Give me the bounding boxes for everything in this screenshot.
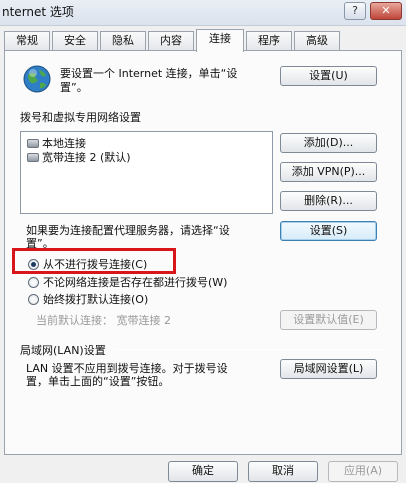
default-connection-caption: 当前默认连接：: [36, 314, 113, 327]
tab-content[interactable]: 内容: [148, 31, 194, 51]
lan-text-line2: 置，单击上面的“设置”按钮。: [26, 375, 170, 388]
radio-never-dial-label: 从不进行拨号连接(C): [43, 258, 148, 271]
radio-button[interactable]: [28, 294, 39, 305]
setup-text-line2: 置”。: [60, 81, 88, 94]
set-default-button[interactable]: 设置默认值(E): [280, 310, 377, 330]
remove-button[interactable]: 删除(R)...: [280, 191, 377, 211]
globe-icon: [22, 64, 52, 94]
network-connection-icon: [27, 139, 39, 148]
setup-text-line1: 要设置一个 Internet 连接，单击“设: [60, 67, 238, 80]
broadband-connection-icon: [27, 153, 39, 162]
cancel-button[interactable]: 取消: [248, 461, 318, 482]
radio-always-dial-label: 始终拨打默认连接(O): [43, 293, 149, 306]
tab-connections[interactable]: 连接: [196, 29, 244, 52]
tab-general[interactable]: 常规: [4, 31, 50, 51]
radio-never-dial[interactable]: 从不进行拨号连接(C): [28, 257, 147, 273]
radio-button[interactable]: [28, 259, 39, 270]
proxy-text-line1: 如果要为连接配置代理服务器，请选择“设: [26, 224, 230, 237]
window-title: nternet 选项: [2, 5, 74, 19]
lan-heading: 局域网(LAN)设置: [20, 344, 106, 357]
list-item-label: 本地连接: [42, 137, 86, 150]
lan-text-line1: LAN 设置不应用到拨号连接。对于拨号设: [26, 362, 228, 375]
list-item[interactable]: 宽带连接 2 (默认): [27, 151, 131, 165]
tab-programs[interactable]: 程序: [246, 31, 292, 51]
connections-list[interactable]: 本地连接 宽带连接 2 (默认): [20, 131, 273, 214]
lan-settings-button[interactable]: 局域网设置(L): [280, 359, 377, 379]
ok-button[interactable]: 确定: [168, 461, 238, 482]
radio-button[interactable]: [28, 277, 39, 288]
dialup-heading: 拨号和虚拟专用网络设置: [20, 111, 141, 124]
close-icon[interactable]: ✕: [381, 4, 390, 17]
add-vpn-button[interactable]: 添加 VPN(P)...: [280, 162, 377, 182]
proxy-settings-button[interactable]: 设置(S): [280, 221, 377, 241]
list-item[interactable]: 本地连接: [27, 137, 86, 151]
tab-strip: 常规 安全 隐私 内容 连接 程序 高级: [4, 29, 404, 52]
title-bar: nternet 选项 ? ✕: [0, 0, 406, 26]
radio-always-dial[interactable]: 始终拨打默认连接(O): [28, 292, 148, 308]
tab-security[interactable]: 安全: [52, 31, 98, 51]
radio-dial-whenever-label: 不论网络连接是否存在都进行拨号(W): [43, 276, 228, 289]
default-connection-value: 宽带连接 2: [116, 314, 172, 327]
apply-button[interactable]: 应用(A): [328, 461, 398, 482]
add-button[interactable]: 添加(D)...: [280, 133, 377, 153]
default-connection-label: 当前默认连接： 宽带连接 2: [36, 314, 171, 328]
setup-button[interactable]: 设置(U): [280, 66, 377, 86]
close-button[interactable]: ✕: [370, 2, 402, 20]
lan-separator: [114, 349, 386, 350]
radio-dial-whenever[interactable]: 不论网络连接是否存在都进行拨号(W): [28, 275, 227, 291]
tab-privacy[interactable]: 隐私: [100, 31, 146, 51]
help-button[interactable]: ?: [344, 2, 366, 20]
tab-advanced[interactable]: 高级: [294, 31, 340, 51]
list-item-label: 宽带连接 2 (默认): [42, 151, 131, 164]
